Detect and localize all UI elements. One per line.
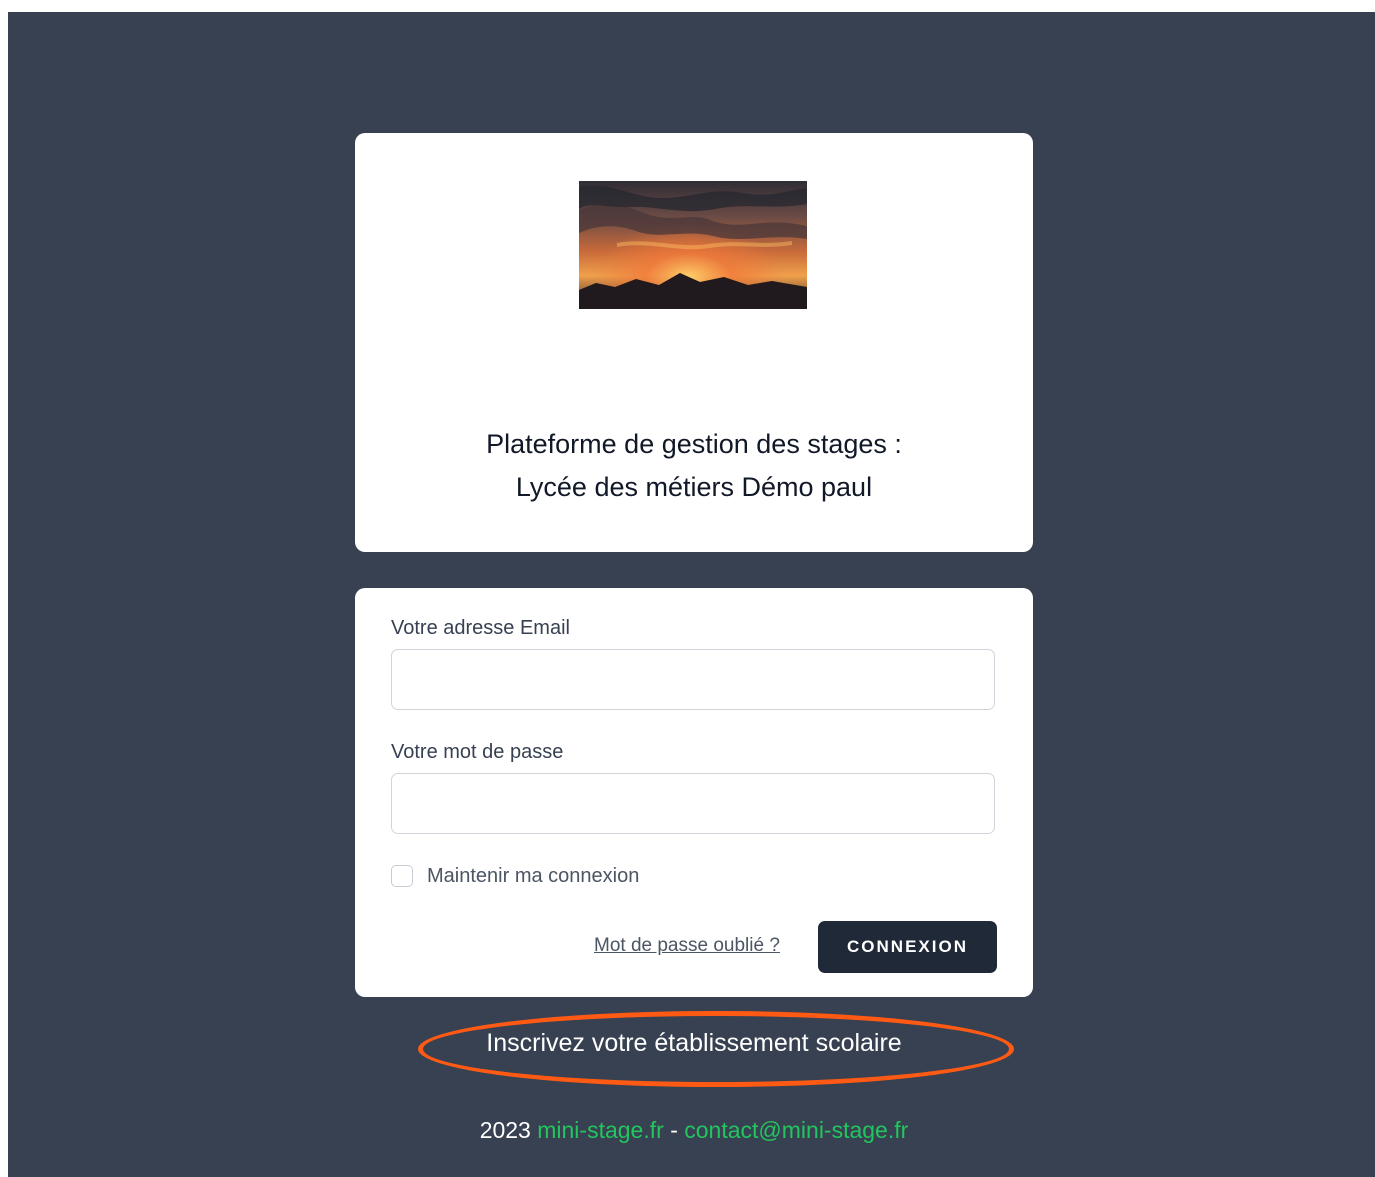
remember-label: Maintenir ma connexion <box>427 865 640 887</box>
sunset-logo-image <box>579 181 807 309</box>
email-field[interactable] <box>391 649 995 710</box>
contact-email-link[interactable]: contact@mini-stage.fr <box>684 1117 908 1143</box>
site-link[interactable]: mini-stage.fr <box>537 1117 664 1143</box>
password-field[interactable] <box>391 773 995 834</box>
platform-title-line-2: Lycée des métiers Démo paul <box>515 472 873 503</box>
login-form-card: Votre adresse Email Votre mot de passe M… <box>355 588 1033 997</box>
login-button[interactable]: CONNEXION <box>818 921 997 973</box>
platform-title: Plateforme de gestion des stages : Lycée… <box>355 423 1033 509</box>
password-label: Votre mot de passe <box>391 741 564 763</box>
email-label: Votre adresse Email <box>391 617 570 639</box>
remember-login-option[interactable]: Maintenir ma connexion <box>391 863 639 889</box>
remember-checkbox[interactable] <box>391 865 413 887</box>
platform-title-line-1: Plateforme de gestion des stages : <box>486 429 902 460</box>
platform-header-card: Plateforme de gestion des stages : Lycée… <box>355 133 1033 552</box>
footer-year: 2023 <box>479 1117 531 1143</box>
footer-separator: - <box>670 1117 678 1143</box>
login-page-background: Plateforme de gestion des stages : Lycée… <box>8 12 1375 1177</box>
forgot-password-link[interactable]: Mot de passe oublié ? <box>594 934 780 958</box>
footer: 2023 mini-stage.fr - contact@mini-stage.… <box>355 1114 1033 1146</box>
register-school-link[interactable]: Inscrivez votre établissement scolaire <box>355 1026 1033 1060</box>
